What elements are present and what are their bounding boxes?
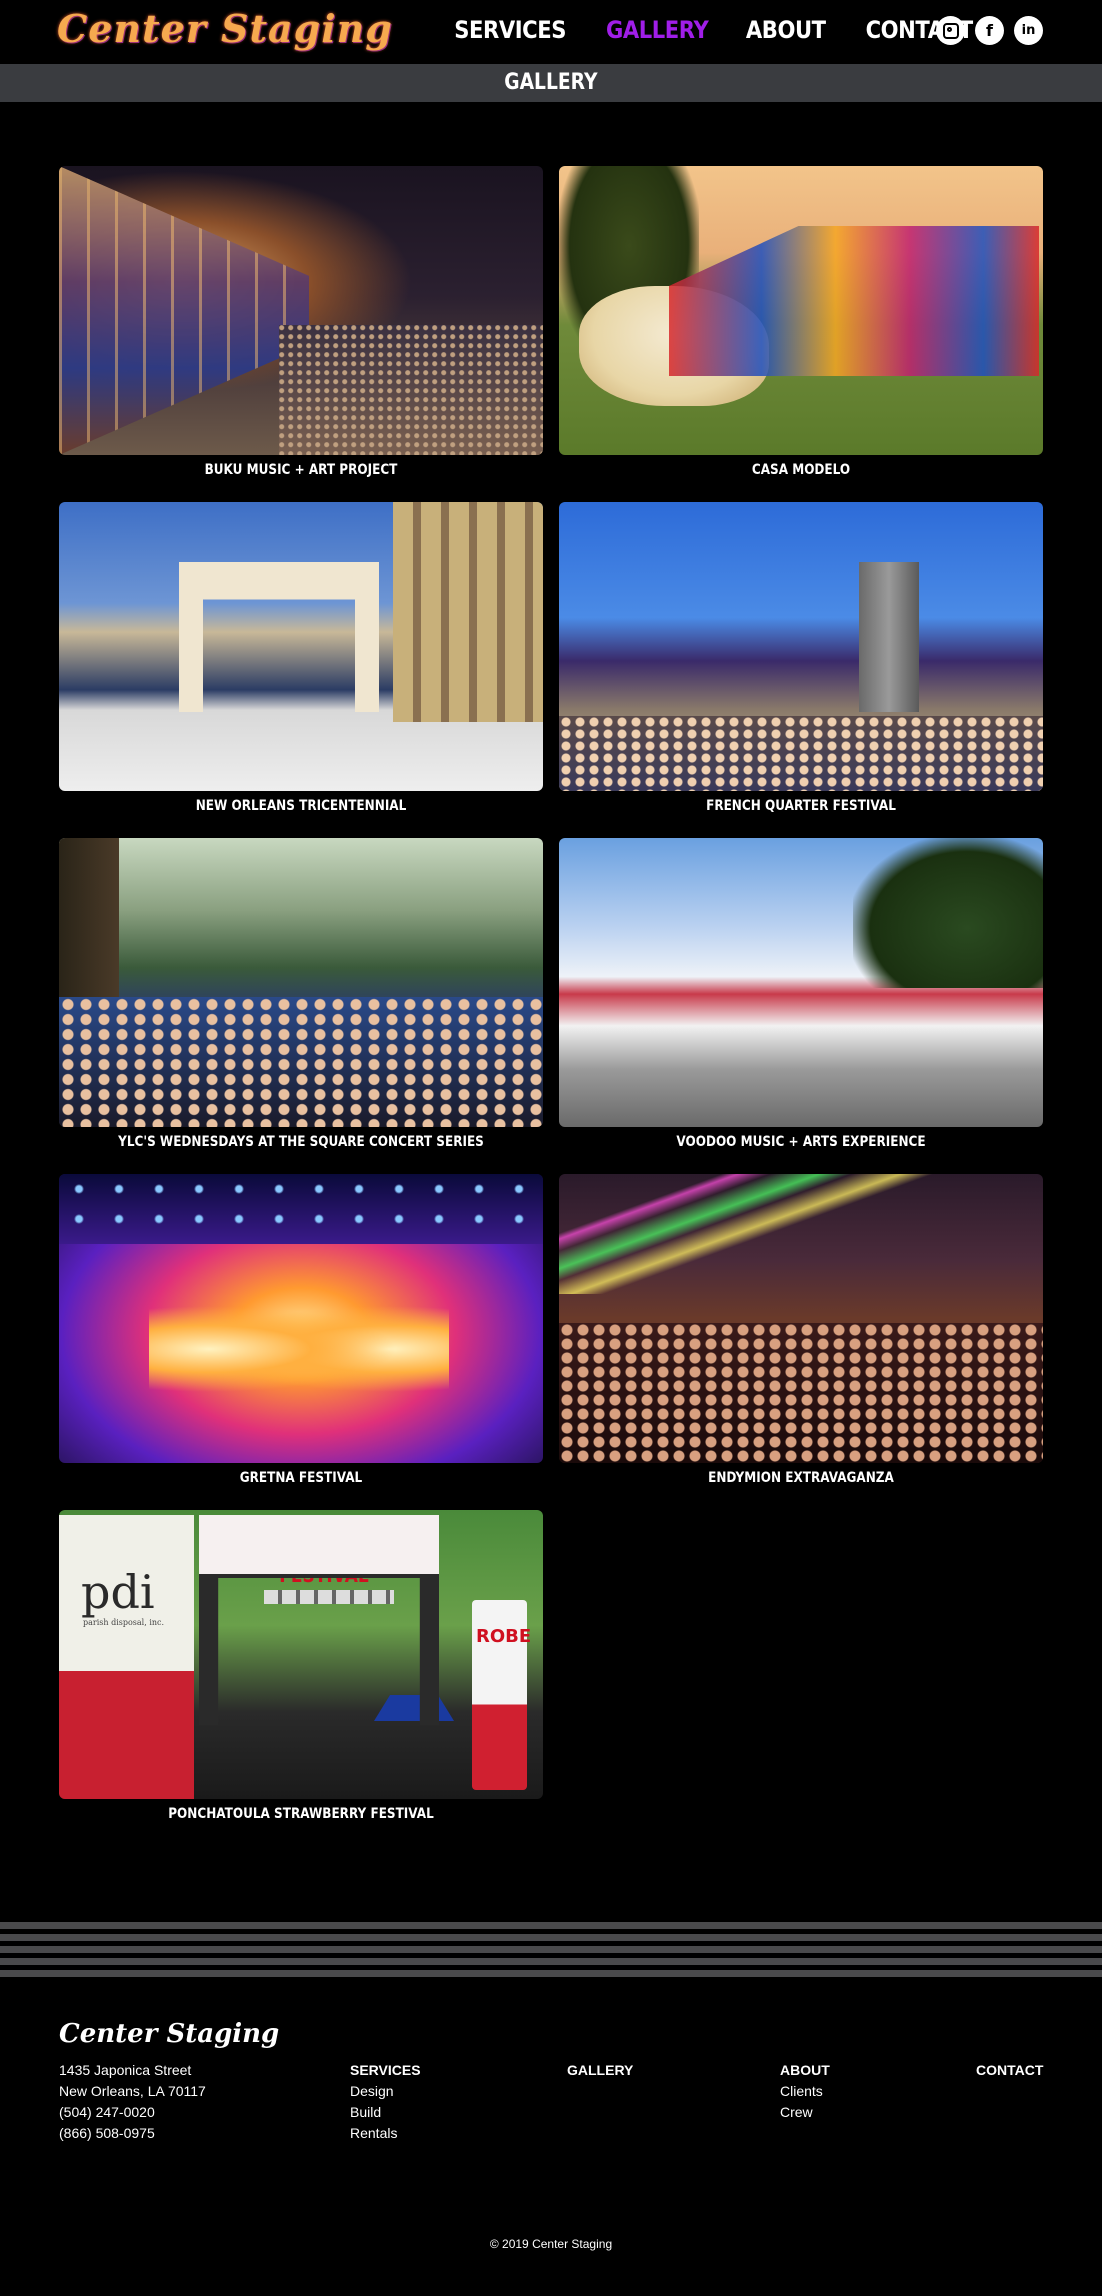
footer-gallery: GALLERY [567,2060,633,2081]
festival-banner: PONCHATOULA STRAWBERRY FESTIVAL [226,1530,422,1586]
gallery-item-casa-modelo[interactable]: CASA MODELO [559,166,1043,478]
photo-credit: MIGUEL SOLORZANO [911,1450,1039,1463]
phone-local[interactable]: (504) 247-0020 [59,2102,206,2123]
linkedin-icon[interactable]: in [1014,16,1043,45]
gallery-photo[interactable] [559,502,1043,791]
copyright: © 2019 Center Staging [489,2237,613,2251]
robe-sign-text: ROBE [476,1626,532,1647]
footer-services-heading[interactable]: SERVICES [350,2060,421,2081]
page-title-bar: GALLERY [0,64,1102,102]
footer-link-crew[interactable]: Crew [780,2102,830,2123]
site-header: Center Staging SERVICES GALLERY ABOUT CO… [0,0,1102,64]
footer-link-build[interactable]: Build [350,2102,421,2123]
gallery-caption[interactable]: PONCHATOULA STRAWBERRY FESTIVAL [93,1806,509,1822]
gallery-caption[interactable]: GRETNA FESTIVAL [93,1470,509,1486]
gallery-caption[interactable]: VOODOO MUSIC + ARTS EXPERIENCE [593,1134,1009,1150]
gallery-item-endymion[interactable]: MIGUEL SOLORZANO ENDYMION EXTRAVAGANZA [559,1174,1043,1486]
gallery-item-buku[interactable]: BUKU MUSIC + ART PROJECT [59,166,543,478]
gallery-item-french-quarter[interactable]: FRENCH QUARTER FESTIVAL [559,502,1043,814]
footer-about: ABOUT Clients Crew [780,2060,830,2123]
footer-address: 1435 Japonica Street New Orleans, LA 701… [59,2060,206,2144]
gallery-item-voodoo[interactable]: VOODOO MUSIC + ARTS EXPERIENCE [559,838,1043,1150]
gallery-item-gretna[interactable]: GRETNA FESTIVAL [59,1174,543,1486]
gallery-photo[interactable] [59,502,543,791]
gallery-photo[interactable] [59,166,543,455]
main-nav: SERVICES GALLERY ABOUT CONTACT [413,16,974,44]
gallery-item-ponchatoula[interactable]: pdi parish disposal, inc. PONCHATOULA ST… [59,1510,543,1822]
gallery-photo[interactable]: MIGUEL SOLORZANO [559,1174,1043,1463]
gallery-photo[interactable] [59,1174,543,1463]
gallery-caption[interactable]: BUKU MUSIC + ART PROJECT [93,462,509,478]
gallery-caption[interactable]: FRENCH QUARTER FESTIVAL [593,798,1009,814]
gallery-caption[interactable]: ENDYMION EXTRAVAGANZA [593,1470,1009,1486]
footer-logo[interactable]: Center Staging [59,2019,279,2049]
footer-divider-stripes [0,1922,1102,1982]
site-logo[interactable]: Center Staging [57,6,393,51]
gallery-photo[interactable] [59,838,543,1127]
footer-link-clients[interactable]: Clients [780,2081,830,2102]
footer-services: SERVICES Design Build Rentals [350,2060,421,2144]
robe-sign: ROBE [472,1600,531,1790]
gallery-item-ylc[interactable]: YLC'S WEDNESDAYS AT THE SQUARE CONCERT S… [59,838,543,1150]
footer-contact-heading[interactable]: CONTACT [976,2060,1043,2081]
gallery-caption[interactable]: YLC'S WEDNESDAYS AT THE SQUARE CONCERT S… [93,1134,509,1150]
footer-contact: CONTACT [976,2060,1043,2081]
address-city: New Orleans, LA 70117 [59,2083,206,2099]
facebook-icon[interactable]: f [975,16,1004,45]
nav-gallery[interactable]: GALLERY [606,16,709,44]
address-street: 1435 Japonica Street [59,2062,192,2078]
footer-link-rentals[interactable]: Rentals [350,2123,421,2144]
social-links: f in [936,16,1043,45]
nav-services[interactable]: SERVICES [455,16,567,44]
gallery-caption[interactable]: NEW ORLEANS TRICENTENNIAL [93,798,509,814]
page-title: GALLERY [504,70,598,95]
nav-about[interactable]: ABOUT [746,16,826,44]
footer-gallery-heading[interactable]: GALLERY [567,2060,633,2081]
gallery-item-tricentennial[interactable]: NEW ORLEANS TRICENTENNIAL [59,502,543,814]
pdi-sign-text: pdi [81,1565,155,1619]
banner-top: PONCHATOULA [288,1530,360,1541]
phone-tollfree[interactable]: (866) 508-0975 [59,2123,206,2144]
banner-main: STRAWBERRY FESTIVAL [258,1541,390,1587]
footer-about-heading[interactable]: ABOUT [780,2060,830,2081]
footer-link-design[interactable]: Design [350,2081,421,2102]
gallery-caption[interactable]: CASA MODELO [593,462,1009,478]
instagram-icon[interactable] [936,16,965,45]
gallery-photo[interactable] [559,838,1043,1127]
gallery-photo[interactable]: pdi parish disposal, inc. PONCHATOULA ST… [59,1510,543,1799]
gallery-photo[interactable] [559,166,1043,455]
pdi-sign-subtext: parish disposal, inc. [83,1618,165,1627]
